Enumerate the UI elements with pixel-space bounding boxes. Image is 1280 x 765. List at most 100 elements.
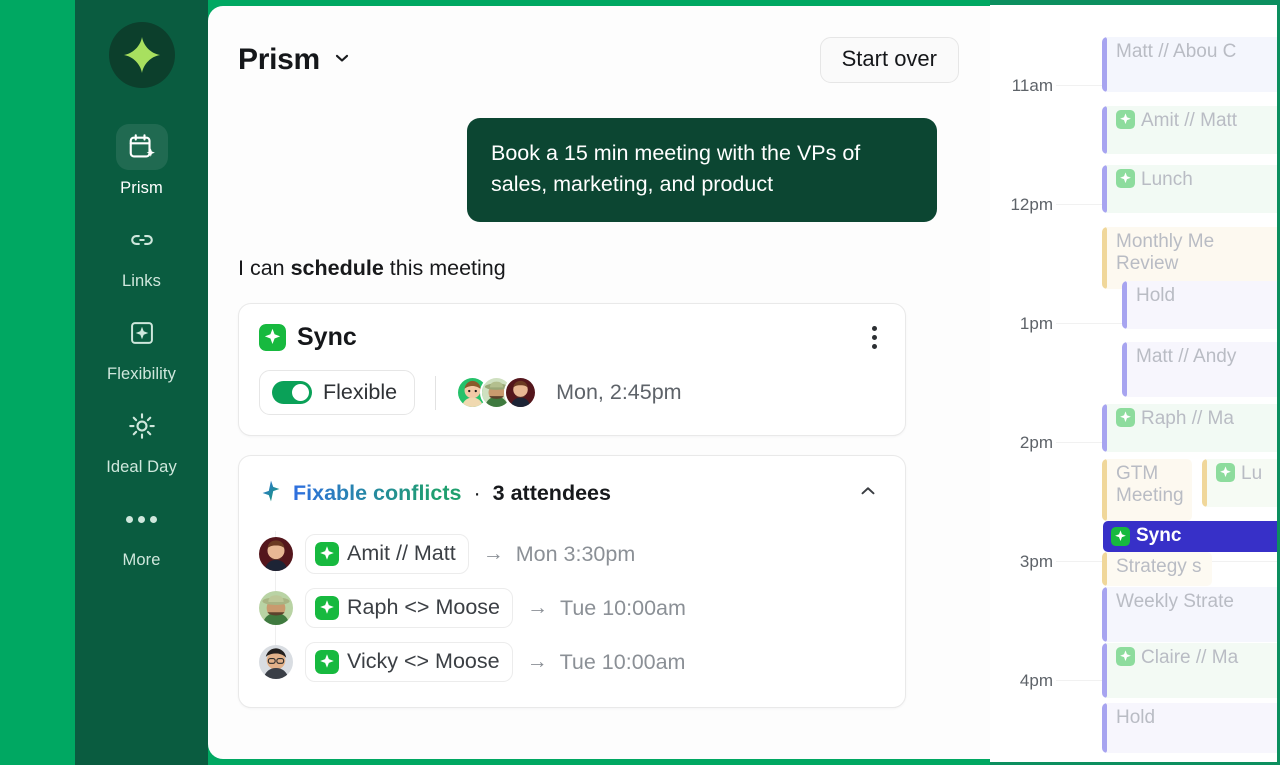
calendar-event[interactable]: Raph // Ma: [1102, 404, 1277, 452]
calendar-event[interactable]: Lu: [1202, 459, 1277, 507]
event-color-bar: [1102, 587, 1107, 642]
conflict-event-name: Amit // Matt: [347, 541, 456, 566]
start-over-button[interactable]: Start over: [819, 37, 959, 83]
avatar: [259, 537, 293, 572]
event-color-bar: [1102, 37, 1107, 92]
conflict-rows: Amit // Matt → Mon 3:30pm Raph <> Moose …: [259, 527, 885, 689]
toggle-switch[interactable]: [272, 381, 312, 405]
event-color-bar: [1102, 165, 1107, 213]
list-item[interactable]: Amit // Matt → Mon 3:30pm: [259, 527, 885, 581]
assistant-text-bold: schedule: [290, 256, 384, 281]
sync-meeting-card[interactable]: Sync Flexible Mon, 2:45pm: [238, 303, 906, 437]
green-sparkle-badge: [1116, 110, 1135, 129]
calendar-grid: 11am 12pm 1pm 2pm 3pm 4pm Matt // Abou C Amit /…: [990, 5, 1277, 762]
avatar: [504, 376, 538, 410]
green-sparkle-badge: [1116, 647, 1135, 666]
event-title: Hold: [1136, 285, 1176, 306]
green-sparkle-badge: [315, 541, 339, 566]
sync-title: Sync: [297, 323, 357, 352]
calendar-sparkle-icon: [115, 124, 168, 170]
event-title: Claire // Ma: [1141, 647, 1239, 668]
fixable-conflicts-label: Fixable conflicts: [293, 481, 462, 506]
sidebar-item-ideal-day[interactable]: Ideal Day: [75, 403, 208, 477]
calendar-event[interactable]: Matt // Abou C: [1102, 37, 1277, 92]
page-title-dropdown[interactable]: Prism: [238, 43, 352, 77]
sidebar: Prism Links Flexibility Ideal Day More: [75, 0, 208, 765]
conflict-new-time: Tue 10:00am: [560, 595, 686, 620]
green-sparkle-badge: [1111, 527, 1130, 546]
conflict-event-name: Raph <> Moose: [347, 595, 500, 620]
square-sparkle-icon: [116, 310, 168, 356]
green-sparkle-badge: [259, 324, 286, 352]
calendar-event[interactable]: Strategy s: [1102, 552, 1212, 586]
calendar-event[interactable]: Weekly Strate: [1102, 587, 1277, 642]
chevron-down-icon[interactable]: [332, 48, 352, 73]
avatar: [259, 591, 293, 626]
sidebar-item-links[interactable]: Links: [75, 217, 208, 291]
sidebar-item-prism[interactable]: Prism: [75, 124, 208, 198]
event-color-bar: [1102, 643, 1107, 698]
calendar-event[interactable]: Lunch: [1102, 165, 1277, 213]
flexible-toggle[interactable]: Flexible: [259, 370, 416, 416]
conflict-new-time: Tue 10:00am: [559, 649, 686, 674]
separator-dot: ·: [473, 481, 481, 506]
sidebar-item-more[interactable]: More: [75, 496, 208, 570]
calendar-event[interactable]: Amit // Matt: [1102, 106, 1277, 154]
hour-label: 12pm: [1010, 195, 1053, 214]
sidebar-item-label: Ideal Day: [106, 458, 177, 476]
link-icon: [116, 217, 168, 263]
chevron-up-icon[interactable]: [851, 474, 885, 513]
event-title: Lunch: [1141, 169, 1193, 190]
conflict-event-chip[interactable]: Vicky <> Moose: [305, 642, 513, 683]
event-title: GTM Meeting: [1116, 463, 1184, 507]
event-title: Amit // Matt: [1141, 110, 1238, 131]
attendee-avatars[interactable]: [456, 376, 538, 410]
event-title: Matt // Andy: [1136, 346, 1237, 367]
calendar-event[interactable]: Claire // Ma: [1102, 643, 1277, 698]
green-sparkle-badge: [1116, 408, 1135, 427]
event-title: Strategy s: [1116, 556, 1202, 577]
event-color-bar: [1102, 703, 1107, 753]
list-item[interactable]: Raph <> Moose → Tue 10:00am: [259, 581, 885, 635]
arrow-right-icon: →: [482, 542, 504, 566]
green-sparkle-badge: [315, 649, 339, 674]
vertical-divider: [435, 375, 437, 410]
arrow-right-icon: →: [527, 596, 548, 620]
kebab-menu-icon[interactable]: [864, 322, 885, 353]
assistant-text-prefix: I can: [238, 256, 291, 281]
event-title: Weekly Strate: [1116, 591, 1234, 612]
hour-label: 11am: [1011, 76, 1053, 95]
app-root: Prism Links Flexibility Ideal Day More P…: [0, 0, 1280, 765]
assistant-response-line: I can schedule this meeting: [238, 256, 959, 281]
list-item[interactable]: Vicky <> Moose → Tue 10:00am: [259, 635, 885, 689]
event-color-bar: [1122, 342, 1127, 397]
event-color-bar: [1202, 459, 1207, 507]
conflict-event-chip[interactable]: Raph <> Moose: [305, 588, 513, 629]
sync-time: Mon, 2:45pm: [556, 380, 682, 405]
calendar-event[interactable]: Hold: [1122, 281, 1277, 329]
conflict-event-name: Vicky <> Moose: [347, 649, 500, 674]
attendees-count-label: 3 attendees: [492, 481, 611, 506]
hour-label: 1pm: [1019, 314, 1053, 333]
top-bar: Prism Start over: [238, 34, 959, 86]
calendar-event[interactable]: GTM Meeting: [1102, 459, 1192, 521]
event-title: Raph // Ma: [1141, 408, 1234, 429]
hour-label: 2pm: [1019, 433, 1053, 452]
hour-label: 4pm: [1019, 671, 1053, 690]
sun-icon: [116, 403, 168, 449]
event-color-bar: [1122, 281, 1127, 329]
hour-label: 3pm: [1019, 552, 1053, 571]
prism-star-logo[interactable]: [108, 22, 175, 88]
event-color-bar: [1102, 227, 1107, 289]
gradient-sparkle-icon: [259, 479, 283, 508]
sidebar-item-flexibility[interactable]: Flexibility: [75, 310, 208, 384]
calendar-event[interactable]: Monthly Me Review: [1102, 227, 1277, 289]
calendar-panel[interactable]: 11am 12pm 1pm 2pm 3pm 4pm Matt // Abou C Amit /…: [990, 0, 1280, 765]
event-title: Monthly Me Review: [1116, 231, 1215, 275]
calendar-event[interactable]: Matt // Andy: [1122, 342, 1277, 397]
conflict-event-chip[interactable]: Amit // Matt: [305, 534, 469, 575]
ellipsis-icon: [116, 496, 168, 542]
calendar-event-selected[interactable]: Sync: [1103, 521, 1277, 552]
event-title: Sync: [1136, 525, 1182, 547]
calendar-event[interactable]: Hold: [1102, 703, 1277, 753]
